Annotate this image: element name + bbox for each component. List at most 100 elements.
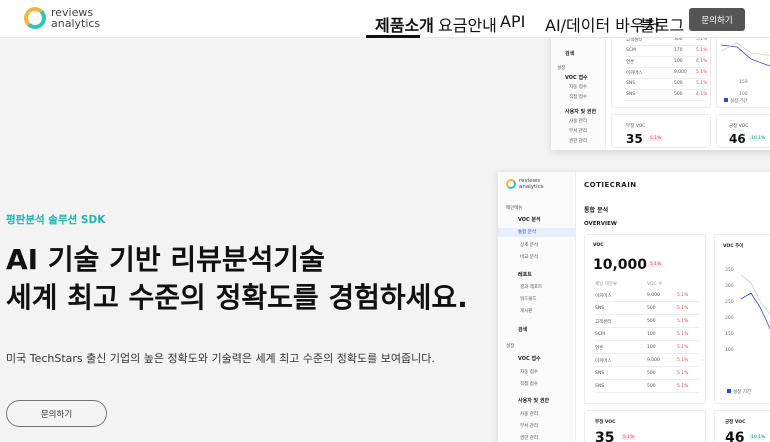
preview-top-pos-title: 긍정 VOC [729, 124, 749, 129]
preview-top-neg-value: 35 [626, 132, 643, 146]
nav-item-blog[interactable]: 블로그 [640, 12, 684, 36]
preview-top-settings: 설정 [557, 66, 566, 71]
channel-row-name: SNS [595, 371, 605, 376]
channel-row-value: 500 [674, 92, 683, 97]
preview-side-users-sub3[interactable]: 권한 관리 [520, 435, 538, 441]
trend-y-tick: 100 [725, 347, 734, 353]
nav-item-product[interactable]: 제품소개 [375, 12, 434, 36]
preview-top-neg-card: 부정 VOC 35 5.1% [611, 114, 711, 148]
channel-row-name: SNS [595, 384, 605, 389]
preview-neg-card: 부정 VOC 35 5.1% [584, 410, 706, 442]
preview-side-collect-manual[interactable]: 직접 접수 [520, 381, 538, 387]
channel-row-value: 100 [647, 345, 656, 350]
hero-headline: AI 기술 기반 리뷰분석기술 세계 최고 수준의 정확도를 경험하세요. [6, 241, 468, 317]
preview-side-report-sub2[interactable]: 워드클드 [520, 296, 537, 302]
preview-col-voc: VOC 수 [647, 282, 663, 287]
preview-side-compare[interactable]: 비교 분석 [520, 254, 538, 260]
preview-pos-pct: 10.1% [749, 435, 768, 440]
preview-side-integrated[interactable]: 통합 분석 [498, 228, 576, 237]
logo-ring-icon [24, 7, 46, 29]
brand-logo[interactable]: reviews analytics [24, 7, 100, 29]
preview-side-report-sub1[interactable]: 결과 레포트 [520, 284, 542, 290]
preview-side-users-sub1[interactable]: 사용 관리 [520, 411, 538, 417]
preview-voc-total: 10,000 [593, 257, 648, 273]
preview-side-users[interactable]: 사용자 및 권한 [518, 397, 549, 404]
preview-top-pos-value: 46 [729, 132, 746, 146]
brand-name: reviews analytics [51, 7, 100, 29]
channel-row-pct: 5.1% [677, 358, 689, 363]
brand-line2: analytics [51, 17, 101, 30]
channel-row-pct: 5.1% [677, 332, 689, 337]
preview-voc-card: VOC 10,000 5.1% 채널 대분류 VOC 수 이커머스 9,000 5.… [584, 234, 706, 404]
channel-row-divider [595, 353, 699, 354]
trend-y-tick: 150 [725, 331, 734, 337]
preview-top-tick-150: 150 [739, 79, 748, 85]
channel-row-divider [626, 56, 706, 57]
preview-trend-card: VOC 추이 350 300 250 200 150 100 설정 기간 [714, 234, 770, 404]
channel-row-value: 500 [647, 384, 656, 389]
preview-settings-label: 설정 [506, 344, 515, 349]
channel-row-name: 이커머스 [595, 359, 612, 364]
preview-logo-icon [506, 179, 516, 189]
preview-top-voc-collect: VOC 접수 [565, 75, 588, 81]
channel-row-divider [626, 45, 706, 46]
channel-row-value: 500 [647, 306, 656, 311]
trend-y-tick: 300 [725, 283, 734, 289]
preview-top-channel-card: 고객센터 300 5.1% SCM 170 5.1% 언론 100 4.1% 이커머스 9,000 5… [611, 28, 711, 108]
channel-row-name: 언론 [595, 346, 604, 351]
channel-row-name: 언론 [626, 60, 635, 65]
channel-row-divider [626, 78, 706, 79]
preview-side-users-sub2[interactable]: 부서 관리 [520, 423, 538, 429]
preview-brand-line2: analytics [519, 184, 544, 190]
channel-row-pct: 5.1% [696, 70, 708, 75]
hero-subtitle: 미국 TechStars 출신 기업의 높은 정확도와 기술력은 세계 최고 수… [6, 352, 435, 365]
header-contact-button[interactable]: 문의하기 [689, 8, 745, 31]
preview-overview-label: OVERVIEW [584, 221, 617, 227]
channel-row-name: SCM [626, 48, 636, 53]
preview-top-trend-chart: 150 100 설정 기간 [720, 42, 770, 104]
channel-row-divider [595, 340, 699, 341]
channel-row-pct: 5.1% [677, 345, 689, 350]
preview-side-report[interactable]: 레포트 [518, 271, 532, 278]
active-nav-indicator [366, 35, 420, 38]
preview-pos-title: 긍정 VOC [725, 420, 746, 425]
preview-menu-label: 메인메뉴 [506, 206, 523, 211]
channel-row-value: 100 [674, 59, 683, 64]
channel-row-name: SNS [595, 306, 605, 311]
preview-side-search[interactable]: 검색 [518, 326, 527, 333]
preview-sidebar: reviews analytics 메인메뉴 VOC 분석 통합 분석 상세 분… [498, 172, 576, 442]
channel-row-value: 9,000 [674, 70, 687, 75]
channel-row-divider [595, 366, 699, 367]
preview-side-voc-analysis[interactable]: VOC 분석 [518, 216, 541, 223]
preview-side-voc-collect[interactable]: VOC 접수 [518, 355, 541, 362]
preview-neg-title: 부정 VOC [595, 420, 616, 425]
nav-item-pricing[interactable]: 요금안내 [438, 12, 497, 36]
preview-side-collect-auto[interactable]: 자동 접수 [520, 369, 538, 375]
channel-row-divider [595, 301, 699, 302]
nav-item-api[interactable]: API [500, 12, 525, 31]
channel-row-pct: 4.1% [696, 92, 708, 97]
preview-top-collect-auto: 자동 접수 [569, 85, 587, 90]
preview-neg-pct: 5.1% [621, 435, 637, 440]
preview-top-pos-card: 긍정 VOC 46 10.1% [716, 114, 770, 148]
preview-brand-text: reviews analytics [519, 178, 544, 190]
trend-y-tick: 200 [725, 315, 734, 321]
preview-top-neg-pct: 5.1% [648, 136, 664, 141]
preview-brand-logo: reviews analytics [506, 178, 544, 190]
preview-side-detail[interactable]: 상세 분석 [520, 242, 538, 248]
preview-pos-card: 긍정 VOC 46 10.1% [714, 410, 770, 442]
preview-top-sidebar: 검색 설정 VOC 접수 자동 접수 직접 접수 사용자 및 권한 사용 관리 … [551, 28, 606, 150]
channel-row-name: 이커머스 [626, 71, 643, 76]
preview-top-users-sub1: 사용 관리 [569, 119, 587, 124]
hero-contact-button[interactable]: 문의하기 [6, 400, 107, 427]
channel-row-pct: 5.1% [677, 319, 689, 324]
channel-row-divider [595, 379, 699, 380]
preview-side-report-sub3[interactable]: 게시판 [520, 308, 532, 314]
preview-col-channel: 채널 대분류 [595, 282, 618, 287]
channel-row-divider [626, 100, 706, 101]
preview-top-legend: 설정 기간 [730, 97, 747, 104]
channel-row-value: 500 [647, 371, 656, 376]
preview-trend-chart: 350 300 250 200 150 100 설정 기간 [725, 267, 770, 395]
top-navigation-bar: reviews analytics 제품소개 요금안내 API AI/데이터 바… [0, 0, 770, 38]
channel-row-value: 500 [647, 319, 656, 324]
